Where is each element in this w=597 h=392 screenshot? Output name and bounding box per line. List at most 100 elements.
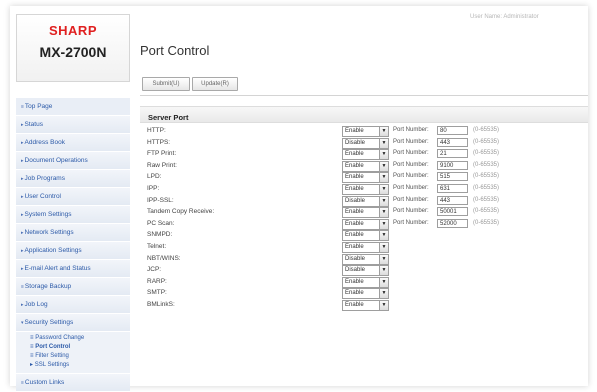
port-state-value: Enable bbox=[345, 162, 364, 169]
chevron-down-icon[interactable]: ▼ bbox=[379, 266, 388, 276]
chevron-down-icon[interactable]: ▼ bbox=[379, 127, 388, 136]
chevron-down-icon[interactable]: ▼ bbox=[379, 161, 388, 171]
port-range-hint: (0-65535) bbox=[473, 161, 500, 168]
nav-arrow-icon: ▸ bbox=[21, 176, 24, 182]
port-label: Telnet: bbox=[147, 242, 167, 250]
sidebar-item-label: User Control bbox=[24, 193, 61, 200]
port-state-value: Disable bbox=[345, 197, 366, 204]
port-number-input[interactable]: 80 bbox=[437, 126, 468, 135]
port-number-input[interactable]: 21 bbox=[437, 149, 468, 159]
sidebar-item-e-mail-alert-and-status[interactable]: ▸E-mail Alert and Status bbox=[16, 260, 130, 278]
port-state-select[interactable]: Enable ▼ bbox=[342, 276, 389, 288]
chevron-down-icon[interactable]: ▼ bbox=[379, 242, 388, 252]
port-row: IPP: Enable ▼ Port Number: 631 (0-65535) bbox=[140, 183, 588, 196]
port-state-select[interactable]: Disable ▼ bbox=[342, 265, 389, 277]
sidebar-subitem-password-change[interactable]: ≡ Password Change bbox=[16, 334, 130, 343]
port-label: SNMPD: bbox=[147, 231, 173, 239]
port-number-label: Port Number: bbox=[393, 161, 429, 168]
port-number-label: Port Number: bbox=[393, 173, 429, 180]
port-label: PC Scan: bbox=[147, 219, 175, 227]
port-label: HTTPS: bbox=[147, 138, 171, 146]
nav-marker-icon: ≡ bbox=[30, 335, 34, 341]
sidebar-item-user-control[interactable]: ▸User Control bbox=[16, 188, 130, 206]
port-state-select[interactable]: Enable ▼ bbox=[342, 172, 389, 184]
nav-arrow-icon: ▸ bbox=[21, 266, 24, 272]
port-label: RARP: bbox=[147, 277, 167, 285]
port-state-value: Disable bbox=[345, 267, 366, 274]
port-state-select[interactable]: Enable ▼ bbox=[342, 288, 389, 300]
port-state-value: Disable bbox=[345, 255, 366, 262]
port-number-input[interactable]: 9100 bbox=[437, 160, 468, 170]
nav-arrow-icon: ▸ bbox=[21, 302, 24, 308]
update-button[interactable]: Update(R) bbox=[192, 77, 238, 91]
port-number-input[interactable]: 443 bbox=[437, 137, 468, 147]
sidebar-item-security-settings[interactable]: ▾Security Settings bbox=[16, 314, 130, 332]
port-state-select[interactable]: Enable ▼ bbox=[342, 183, 389, 195]
port-state-select[interactable]: Enable ▼ bbox=[342, 149, 389, 161]
sidebar-item-label: Top Page bbox=[24, 103, 53, 110]
sidebar-item-storage-backup[interactable]: ≡Storage Backup bbox=[16, 278, 130, 296]
chevron-down-icon[interactable]: ▼ bbox=[379, 150, 388, 160]
port-number-input[interactable]: 631 bbox=[437, 183, 468, 193]
section-header: Server Port bbox=[140, 106, 588, 123]
port-range-hint: (0-65535) bbox=[473, 138, 500, 145]
chevron-down-icon[interactable]: ▼ bbox=[379, 231, 388, 241]
sidebar-item-label: Address Book bbox=[24, 139, 65, 146]
port-state-value: Enable bbox=[345, 301, 364, 308]
port-state-select[interactable]: Disable ▼ bbox=[342, 195, 389, 207]
port-state-select[interactable]: Enable ▼ bbox=[342, 218, 389, 230]
nav-arrow-icon: ≡ bbox=[21, 284, 24, 290]
port-row: SMTP: Enable ▼ bbox=[140, 288, 588, 300]
port-state-value: Disable bbox=[345, 139, 366, 146]
port-number-input[interactable]: 515 bbox=[437, 172, 468, 182]
chevron-down-icon[interactable]: ▼ bbox=[379, 138, 388, 148]
port-row: Telnet: Enable ▼ bbox=[140, 241, 588, 254]
port-state-select[interactable]: Enable ▼ bbox=[342, 241, 389, 253]
port-number-label: Port Number: bbox=[393, 184, 429, 191]
sidebar-item-label: Network Settings bbox=[24, 229, 74, 236]
sidebar-item-job-programs[interactable]: ▸Job Programs bbox=[16, 170, 130, 188]
chevron-down-icon[interactable]: ▼ bbox=[379, 184, 388, 194]
port-state-value: Enable bbox=[345, 243, 364, 250]
sidebar-item-status[interactable]: ▸Status bbox=[16, 116, 130, 134]
sidebar-item-custom-links[interactable]: ≡Custom Links bbox=[16, 374, 130, 392]
chevron-down-icon[interactable]: ▼ bbox=[379, 173, 388, 183]
port-state-select[interactable]: Disable ▼ bbox=[342, 137, 389, 149]
submit-button[interactable]: Submit(U) bbox=[142, 77, 190, 91]
port-label: Raw Print: bbox=[147, 161, 177, 169]
sidebar-item-application-settings[interactable]: ▸Application Settings bbox=[16, 242, 130, 260]
port-row: LPD: Enable ▼ Port Number: 515 (0-65535) bbox=[140, 172, 588, 184]
sidebar-item-address-book[interactable]: ▸Address Book bbox=[16, 134, 130, 152]
sidebar-subitem-filter-setting[interactable]: ≡ Filter Setting bbox=[16, 352, 130, 361]
chevron-down-icon[interactable]: ▼ bbox=[379, 277, 388, 287]
port-row: SNMPD: Enable ▼ bbox=[140, 230, 588, 242]
port-state-select[interactable]: Enable ▼ bbox=[342, 160, 389, 172]
port-state-select[interactable]: Enable ▼ bbox=[342, 299, 389, 311]
port-state-select[interactable]: Enable ▼ bbox=[342, 230, 389, 242]
port-number-input[interactable]: 52000 bbox=[437, 218, 468, 228]
port-state-value: Enable bbox=[345, 174, 364, 181]
sidebar-item-system-settings[interactable]: ▸System Settings bbox=[16, 206, 130, 224]
port-number-input[interactable]: 443 bbox=[437, 195, 468, 205]
port-state-select[interactable]: Enable ▼ bbox=[342, 126, 389, 137]
port-range-hint: (0-65535) bbox=[473, 184, 500, 191]
chevron-down-icon[interactable]: ▼ bbox=[379, 196, 388, 206]
chevron-down-icon[interactable]: ▼ bbox=[379, 208, 388, 218]
port-row: PC Scan: Enable ▼ Port Number: 52000 (0-65535… bbox=[140, 218, 588, 231]
sidebar-item-network-settings[interactable]: ▸Network Settings bbox=[16, 224, 130, 242]
sidebar-item-job-log[interactable]: ▸Job Log bbox=[16, 296, 130, 314]
sidebar-subitem-label: Password Change bbox=[35, 335, 85, 341]
port-state-select[interactable]: Enable ▼ bbox=[342, 207, 389, 219]
chevron-down-icon[interactable]: ▼ bbox=[379, 254, 388, 264]
sidebar-item-label: Security Settings bbox=[24, 319, 74, 326]
port-state-select[interactable]: Disable ▼ bbox=[342, 253, 389, 265]
chevron-down-icon[interactable]: ▼ bbox=[379, 289, 388, 299]
sidebar-subitem-ssl-settings[interactable]: ▸ SSL Settings bbox=[16, 361, 130, 370]
port-row: Raw Print: Enable ▼ Port Number: 9100 (0-6553… bbox=[140, 160, 588, 173]
chevron-down-icon[interactable]: ▼ bbox=[379, 300, 388, 310]
chevron-down-icon[interactable]: ▼ bbox=[379, 219, 388, 229]
port-number-input[interactable]: 50001 bbox=[437, 207, 468, 217]
sidebar-item-top-page[interactable]: ≡Top Page bbox=[16, 98, 130, 116]
sidebar-item-document-operations[interactable]: ▸Document Operations bbox=[16, 152, 130, 170]
sidebar-subitem-port-control[interactable]: ≡ Port Control bbox=[16, 343, 130, 352]
